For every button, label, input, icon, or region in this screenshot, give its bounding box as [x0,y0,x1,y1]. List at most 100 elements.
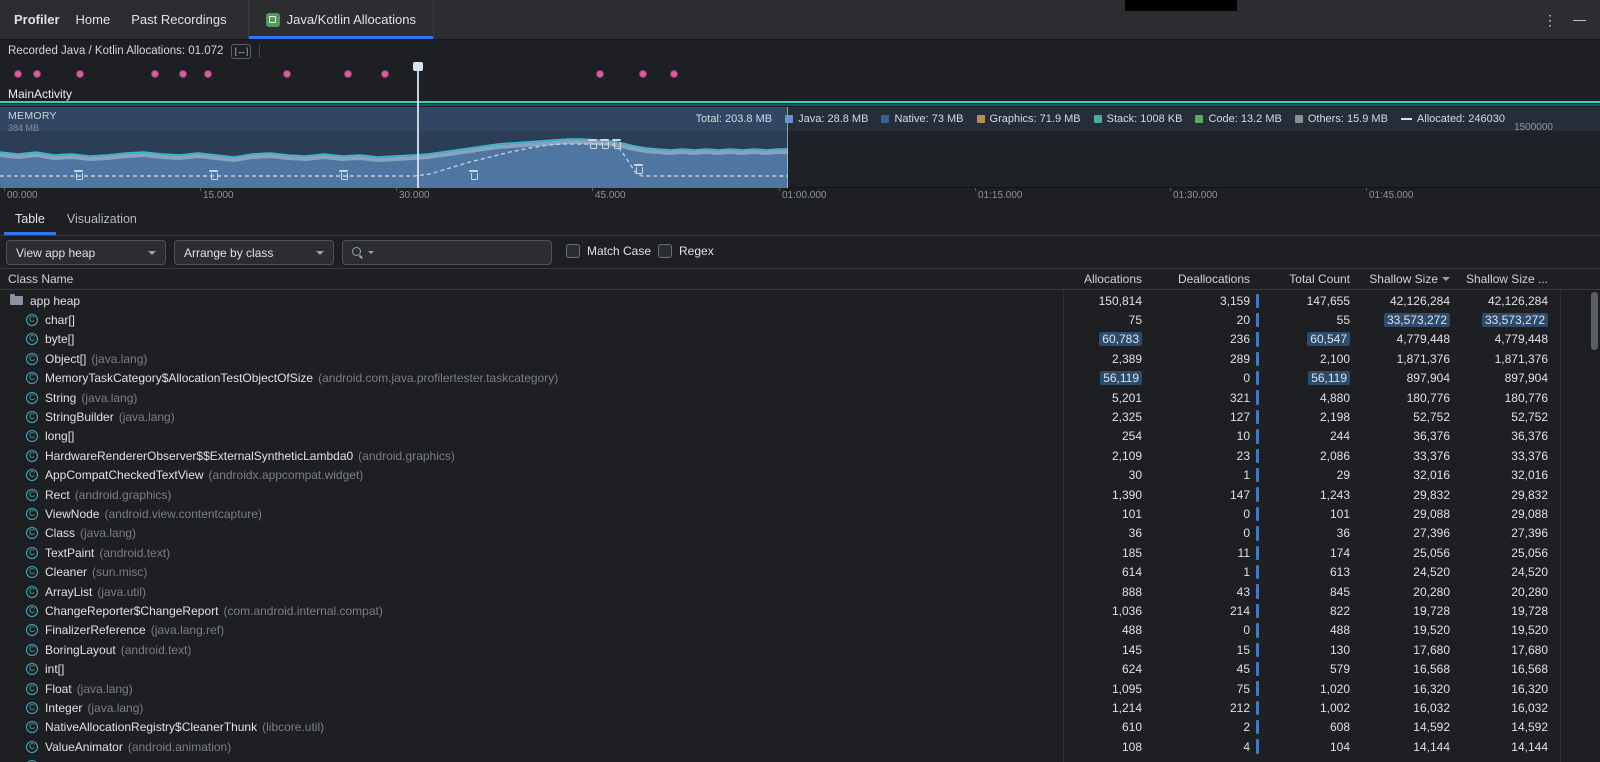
heap-select-dropdown[interactable]: View app heap [6,240,166,265]
timeline-cursor-handle[interactable] [413,62,423,71]
gc-event-icon[interactable] [600,139,609,150]
cell-total-count: 579 [1258,662,1358,676]
search-history-chevron-icon[interactable] [368,251,374,254]
column-header-allocations[interactable]: Allocations [1063,272,1150,286]
class-icon: C [26,430,38,442]
gc-event-icon[interactable] [469,170,478,181]
tab-past-recordings[interactable]: Past Recordings [131,12,226,27]
column-header-deallocations[interactable]: Deallocations [1150,272,1258,286]
table-row[interactable]: Cchar[]75205533,573,27233,573,272 [0,310,1600,329]
table-row[interactable]: Cbyte[]60,78323660,5474,779,4484,779,448 [0,330,1600,349]
time-axis-tickmark [1170,188,1171,191]
cell-total-count: 104 [1258,740,1358,754]
table-row[interactable]: CTextPaint(android.text)1851117425,05625… [0,543,1600,562]
table-row[interactable]: CChangeReporter$ChangeReport(com.android… [0,601,1600,620]
cell-total-count: 845 [1258,585,1358,599]
table-row[interactable]: CNativeAllocationRegistry$CleanerThunk(l… [0,718,1600,737]
memory-header-content: MEMORY 384 MB Total: 203.8 MBJava: 28.8 … [0,107,1600,131]
cell-allocations: 56,119 [1063,371,1150,385]
column-header-class-name[interactable]: Class Name [0,272,1063,286]
table-row[interactable]: CString(java.lang)5,2013214,880180,77618… [0,388,1600,407]
column-header-shallow-size[interactable]: Shallow Size [1358,272,1458,286]
deallocation-indicator-bar [1256,623,1259,637]
tab-home[interactable]: Home [76,12,111,27]
cell-deallocations: 321 [1150,391,1258,405]
table-row[interactable]: CObject[](java.lang)2,3892892,1001,871,3… [0,349,1600,368]
cell-class-name: CChangeReporter$ChangeReport(com.android… [0,604,1063,618]
column-header-shallow-size-retained[interactable]: Shallow Size ... [1458,272,1556,286]
arrange-by-dropdown[interactable]: Arrange by class [174,240,334,265]
cell-shallow-size-retained: 4,779,448 [1458,332,1556,346]
minimize-icon[interactable]: — [1573,12,1586,27]
match-case-checkbox[interactable]: Match Case [566,244,651,258]
table-row[interactable]: Clong[]2541024436,37636,376 [0,427,1600,446]
allocation-event-dot[interactable] [283,70,291,78]
table-row[interactable]: CInteger(java.lang)1,2142121,00216,03216… [0,698,1600,717]
more-options-icon[interactable]: ⋮ [1543,13,1557,27]
table-row[interactable]: CMemoryTaskCategory$AllocationTestObject… [0,369,1600,388]
table-row[interactable]: CHardwareRendererObserver$$ExternalSynth… [0,446,1600,465]
gc-event-icon[interactable] [634,164,643,175]
package-name-text: (java.lang) [77,682,133,696]
tab-visualization[interactable]: Visualization [56,202,148,235]
class-icon: C [26,721,38,733]
table-row[interactable]: app heap150,8143,159147,65542,126,28442,… [0,291,1600,310]
table-row[interactable]: CViewNode(android.view.contentcapture)10… [0,504,1600,523]
regex-checkbox[interactable]: Regex [658,244,714,258]
table-row[interactable]: CStringBuilder(java.lang)2,3251272,19852… [0,407,1600,426]
tab-java-kotlin-allocations[interactable]: Java/Kotlin Allocations [248,0,434,39]
table-row[interactable]: CRect(android.graphics)1,3901471,24329,8… [0,485,1600,504]
timeline-cursor-line[interactable] [417,62,419,188]
checkbox-box[interactable] [566,244,580,258]
cell-shallow-size-retained: 180,776 [1458,391,1556,405]
class-name-text: AppCompatCheckedTextView [45,468,204,482]
column-header-total-count[interactable]: Total Count [1258,272,1358,286]
class-name-text: BoringLayout [45,643,116,657]
vertical-scrollbar[interactable] [1591,292,1598,350]
top-tab-bar: Profiler Home Past Recordings Java/Kotli… [0,0,1600,40]
package-name-text: (java.lang) [87,701,143,715]
search-input[interactable] [378,246,543,260]
table-row[interactable]: Cint[]6244557916,56816,568 [0,659,1600,678]
legend-color-swatch [1295,115,1303,123]
allocation-event-dot[interactable] [670,70,678,78]
thread-name-label: MainActivity [8,87,72,101]
table-row[interactable]: CAppCompatCheckedTextView(androidx.appco… [0,466,1600,485]
allocation-event-dot[interactable] [381,70,389,78]
allocation-event-dot[interactable] [14,70,22,78]
table-row[interactable]: CFinalizerReference(java.lang.ref)488048… [0,621,1600,640]
allocation-event-dot[interactable] [639,70,647,78]
table-row[interactable]: CCleaner(sun.misc)614161324,52024,520 [0,562,1600,581]
recording-label: Recorded Java / Kotlin Allocations: 01.0… [8,45,223,57]
allocation-event-track[interactable] [0,62,1600,87]
table-row[interactable]: CFloat(java.lang)1,095751,02016,32016,32… [0,679,1600,698]
package-name-text: (android.text) [121,643,192,657]
gc-event-icon[interactable] [612,139,621,150]
search-icon [351,246,364,259]
allocation-event-dot[interactable] [179,70,187,78]
gc-event-icon[interactable] [339,170,348,181]
table-row[interactable]: CValueAnimator(android.animation)1084104… [0,737,1600,756]
search-box[interactable] [342,240,552,265]
cell-shallow-size: 29,088 [1358,507,1458,521]
class-name-text: char[] [45,313,75,327]
expand-range-icon[interactable]: |↔| [231,44,251,59]
tab-table[interactable]: Table [4,202,56,235]
allocation-event-dot[interactable] [344,70,352,78]
allocation-event-dot[interactable] [76,70,84,78]
checkbox-box[interactable] [658,244,672,258]
gc-event-icon[interactable] [74,170,83,181]
table-row[interactable]: C [0,756,1600,762]
chevron-down-icon [316,251,324,255]
table-row[interactable]: CClass(java.lang)3603627,39627,396 [0,524,1600,543]
table-row[interactable]: CBoringLayout(android.text)1451513017,68… [0,640,1600,659]
allocation-event-dot[interactable] [204,70,212,78]
allocation-event-dot[interactable] [33,70,41,78]
allocation-event-dot[interactable] [596,70,604,78]
memory-legend-item: Allocated: 246030 [1401,113,1505,125]
table-row[interactable]: CArrayList(java.util)8884384520,28020,28… [0,582,1600,601]
gc-event-icon[interactable] [588,139,597,150]
allocation-event-dot[interactable] [151,70,159,78]
gc-event-icon[interactable] [209,170,218,181]
class-icon: C [26,586,38,598]
